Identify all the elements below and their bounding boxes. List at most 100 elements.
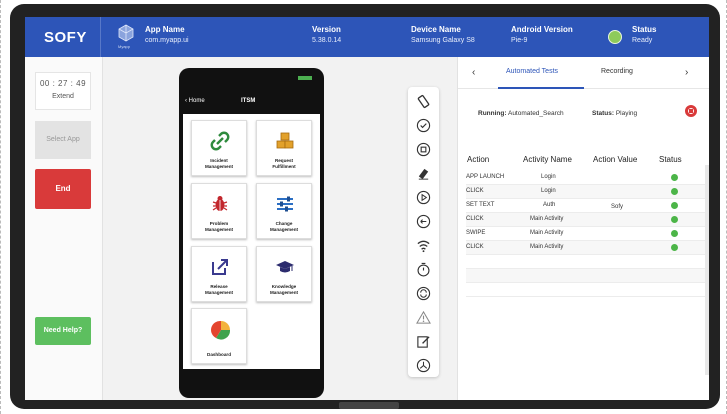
row-activity: Login bbox=[541, 174, 556, 180]
android-label: Android Version bbox=[511, 25, 573, 34]
tile-label-line1: Knowledge bbox=[271, 284, 297, 289]
android-cell: Android Version Pie-9 bbox=[511, 25, 573, 44]
tab-prev-icon[interactable]: ‹ bbox=[472, 67, 475, 78]
bug-icon bbox=[212, 196, 228, 211]
phone-title: ITSM bbox=[241, 98, 256, 104]
tile-knowledge-management[interactable]: Knowledge Management bbox=[256, 246, 312, 302]
app-icon bbox=[118, 24, 134, 42]
status-ok-icon bbox=[671, 174, 678, 181]
row-action: CLICK bbox=[466, 216, 484, 222]
tile-label-line2: Management bbox=[204, 289, 234, 295]
session-timer: 00 : 27 : 49 Extend bbox=[35, 72, 91, 110]
device-value: Samsung Galaxy S8 bbox=[411, 37, 475, 44]
col-action-value: Action Value bbox=[593, 155, 638, 164]
extend-button[interactable]: Extend bbox=[36, 93, 90, 100]
wifi-icon[interactable] bbox=[416, 238, 431, 253]
tile-problem-management[interactable]: Problem Management bbox=[191, 183, 247, 239]
sofy-logo[interactable]: SOFY bbox=[44, 29, 87, 46]
table-row[interactable]: APP LAUNCH Login bbox=[466, 171, 706, 185]
running-label: Running: bbox=[478, 110, 507, 117]
tile-label-line2: Management bbox=[204, 226, 234, 232]
tile-label-line2: Fulfillment bbox=[272, 163, 296, 169]
status-indicator-icon bbox=[608, 30, 622, 44]
phone-screen: IncidentManagement RequestFulfillment bbox=[183, 114, 320, 369]
table-row-empty bbox=[466, 283, 706, 297]
tile-label-line1: Change bbox=[275, 221, 293, 226]
tab-next-icon[interactable]: › bbox=[685, 67, 688, 78]
row-action: APP LAUNCH bbox=[466, 174, 505, 180]
need-help-button[interactable]: Need Help? bbox=[35, 317, 91, 345]
end-button[interactable]: End bbox=[35, 169, 91, 209]
stop-square-icon[interactable] bbox=[416, 142, 431, 157]
timer-icon[interactable] bbox=[416, 262, 431, 277]
eraser-icon[interactable] bbox=[416, 166, 431, 181]
row-activity: Login bbox=[541, 188, 556, 194]
col-status: Status bbox=[659, 155, 682, 164]
app-name-value: com.myapp.ui bbox=[145, 37, 189, 44]
phone-nav-bar: ‹ Home ITSM bbox=[183, 96, 320, 110]
tab-recording[interactable]: Recording bbox=[601, 68, 633, 75]
select-app-button[interactable]: Select App bbox=[35, 121, 91, 159]
status-label: Status bbox=[632, 25, 657, 34]
tab-bar: ‹ Automated Tests Recording › bbox=[458, 57, 709, 89]
table-scrollbar[interactable] bbox=[705, 165, 709, 375]
col-activity-name: Activity Name bbox=[523, 155, 572, 164]
device-phone: ‹ Home ITSM Incident Management Request … bbox=[179, 68, 324, 398]
edit-icon[interactable] bbox=[416, 334, 431, 349]
status-ok-icon bbox=[671, 244, 678, 251]
tile-dashboard[interactable]: Dashboard bbox=[191, 308, 247, 364]
app-name-cell: App Name com.myapp.ui bbox=[145, 25, 189, 44]
tile-label-line1: Release bbox=[210, 284, 228, 289]
table-row[interactable]: SET TEXT Auth Sofy bbox=[466, 199, 706, 213]
running-info: Running: Automated_Search bbox=[478, 110, 564, 117]
tile-label-line1: Incident bbox=[210, 158, 228, 163]
sync-icon[interactable] bbox=[416, 286, 431, 301]
active-tab-underline bbox=[498, 87, 584, 89]
version-value: 5.38.0.14 bbox=[312, 37, 342, 44]
warning-icon[interactable] bbox=[416, 310, 431, 325]
phone-status-bar bbox=[187, 74, 316, 84]
link-icon bbox=[210, 131, 230, 151]
android-value: Pie-9 bbox=[511, 37, 528, 44]
tile-label-line1: Dashboard bbox=[207, 351, 231, 357]
right-panel: ‹ Automated Tests Recording › Running: A… bbox=[457, 57, 709, 400]
battery-icon bbox=[298, 76, 312, 80]
version-cell: Version 5.38.0.14 bbox=[312, 25, 341, 44]
table-row-empty bbox=[466, 255, 706, 269]
logo-area: SOFY bbox=[25, 17, 101, 57]
table-row[interactable]: CLICK Main Activity bbox=[466, 213, 706, 227]
stop-record-icon[interactable] bbox=[685, 105, 697, 117]
play-icon[interactable] bbox=[416, 190, 431, 205]
phone-back-label: Home bbox=[188, 98, 205, 104]
page-frame: SOFY Myapp App Name com.myapp.ui Version… bbox=[0, 0, 727, 414]
device-label: Device Name bbox=[411, 25, 461, 34]
table-row[interactable]: CLICK Main Activity bbox=[466, 241, 706, 255]
undo-icon[interactable] bbox=[416, 214, 431, 229]
table-row[interactable]: CLICK Login bbox=[466, 185, 706, 199]
tile-label-line1: Problem bbox=[209, 221, 229, 226]
running-value: Automated_Search bbox=[507, 110, 564, 117]
monitor-stand bbox=[339, 402, 399, 409]
phone-back-button[interactable]: ‹ Home bbox=[185, 98, 205, 104]
row-value: Sofy bbox=[611, 204, 624, 210]
pie-chart-icon bbox=[211, 320, 231, 340]
sliders-icon bbox=[277, 196, 293, 212]
status-ok-icon bbox=[671, 216, 678, 223]
tab-automated-tests[interactable]: Automated Tests bbox=[506, 68, 558, 75]
tile-request-fulfillment[interactable]: Request Fulfillment bbox=[256, 120, 312, 176]
tile-incident-management[interactable]: Incident Management bbox=[191, 120, 247, 176]
row-action: CLICK bbox=[466, 188, 484, 194]
boxes-icon bbox=[276, 132, 294, 149]
tile-release-management[interactable]: Release Management bbox=[191, 246, 247, 302]
timer-value: 00 : 27 : 49 bbox=[39, 79, 87, 88]
tile-change-management[interactable]: Change Management bbox=[256, 183, 312, 239]
status-ok-icon bbox=[671, 230, 678, 237]
playing-status-value: Playing bbox=[615, 110, 638, 117]
rotate-icon[interactable] bbox=[416, 94, 431, 109]
network-icon[interactable] bbox=[416, 358, 431, 373]
check-icon[interactable] bbox=[416, 118, 431, 133]
table-row-empty bbox=[466, 269, 706, 283]
action-toolbar bbox=[408, 87, 439, 377]
table-row[interactable]: SWIPE Main Activity bbox=[466, 227, 706, 241]
status-info: Status: Playing bbox=[592, 110, 637, 117]
